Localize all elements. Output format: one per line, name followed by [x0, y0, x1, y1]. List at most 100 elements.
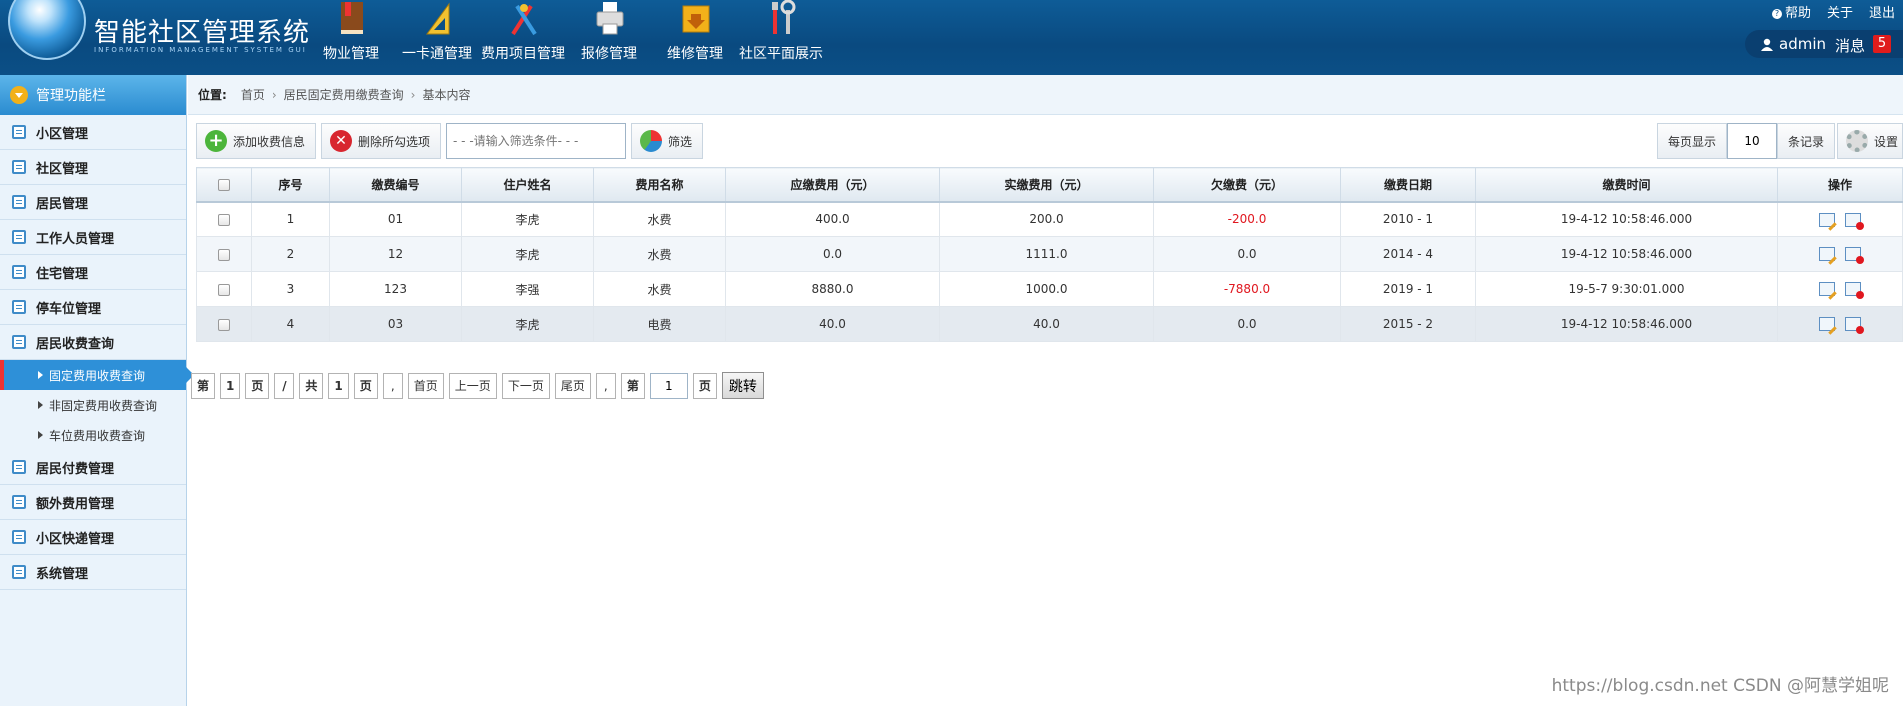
about-link[interactable]: 关于 [1827, 2, 1853, 21]
page-slash: / [274, 372, 295, 399]
calendar-icon [12, 495, 26, 509]
top-right-links: ? 帮助 关于 退出 [1771, 2, 1895, 21]
calendar-icon [12, 530, 26, 544]
sidebar-header[interactable]: 管理功能栏 [0, 75, 186, 115]
add-fee-button[interactable]: + 添加收费信息 [196, 123, 317, 159]
edit-icon[interactable] [1819, 317, 1835, 332]
delete-selected-button[interactable]: ✕ 删除所勾选项 [321, 123, 442, 159]
logout-link[interactable]: 退出 [1869, 2, 1895, 21]
cell-payment-no: 123 [329, 271, 462, 307]
caret-right-icon [38, 371, 43, 379]
sidebar-item-housing[interactable]: 住宅管理 [0, 255, 186, 290]
cell-paid-amount: 200.0 [939, 201, 1154, 237]
last-page-button[interactable]: 尾页 [554, 372, 591, 399]
top-nav: 物业管理 一卡通管理 费用项目管理 报修管理 维修管理 社区平面展示 [308, 0, 824, 75]
caret-right-icon [38, 431, 43, 439]
calendar-icon [12, 265, 26, 279]
toolbar: +添加收费信息 ✕删除所勾选项 筛选 [196, 123, 704, 159]
messages-link[interactable]: 消息 [1835, 35, 1865, 56]
settings-button[interactable]: 设置 [1836, 123, 1903, 159]
sidebar-item-fee-query[interactable]: 居民收费查询 [0, 325, 186, 360]
cell-index: 3 [251, 271, 330, 307]
tools-icon [511, 4, 537, 36]
edit-icon[interactable] [1819, 212, 1835, 227]
sidebar-subitem-variable-fee[interactable]: 非固定费用收费查询 [0, 390, 186, 420]
caret-right-icon [38, 401, 43, 409]
cell-paid-amount: 40.0 [939, 306, 1154, 342]
table-row: 1 01 李虎 水费 400.0 200.0 -200.0 2010 - 1 1… [196, 201, 1903, 237]
cell-fee-name: 水费 [593, 236, 726, 272]
cell-actions [1777, 201, 1903, 237]
row-checkbox[interactable] [218, 248, 230, 261]
username[interactable]: admin [1779, 35, 1826, 53]
list-icon [12, 125, 26, 139]
delete-icon[interactable] [1845, 317, 1864, 335]
wrench-icon [772, 0, 796, 34]
page-suffix: 页 [245, 372, 270, 399]
filter-input[interactable] [446, 123, 627, 159]
goto-page-input[interactable] [649, 372, 688, 399]
breadcrumb-home[interactable]: 首页 [241, 86, 265, 103]
col-actions: 操作 [1777, 167, 1903, 203]
table-header-row: 序号 缴费编号 住户姓名 费用名称 应缴费用（元） 实缴费用（元） 欠缴费（元）… [196, 167, 1903, 203]
nav-card[interactable]: 一卡通管理 [394, 0, 480, 75]
per-page-controls: 每页显示 条记录 设置 [1656, 123, 1903, 159]
row-checkbox[interactable] [218, 213, 230, 226]
jump-button[interactable]: 跳转 [721, 372, 764, 399]
sidebar-item-staff[interactable]: 工作人员管理 [0, 220, 186, 255]
sidebar-item-delivery[interactable]: 小区快递管理 [0, 520, 186, 555]
cell-payment-no: 01 [329, 201, 462, 237]
app-title: 智能社区管理系统 [94, 18, 311, 48]
prev-page-button[interactable]: 上一页 [448, 372, 497, 399]
delete-icon[interactable] [1845, 247, 1864, 265]
cell-payment-date: 2019 - 1 [1340, 271, 1476, 307]
main-content: 位置: 首页 › 居民固定费用缴费查询 › 基本内容 + 添加收费信息 ✕ 删除所勾… [188, 75, 1903, 706]
filter-button[interactable]: 筛选 [631, 123, 704, 159]
cell-index: 2 [251, 236, 330, 272]
edit-icon[interactable] [1819, 282, 1835, 297]
cell-due-amount: 0.0 [725, 236, 940, 272]
breadcrumb-current: 基本内容 [422, 88, 471, 102]
cell-payment-time: 19-4-12 10:58:46.000 [1475, 201, 1778, 237]
sidebar-item-payments[interactable]: 居民付费管理 [0, 450, 186, 485]
next-page-button[interactable]: 下一页 [501, 372, 550, 399]
nav-property[interactable]: 物业管理 [308, 0, 394, 75]
sidebar-item-residents[interactable]: 居民管理 [0, 185, 186, 220]
sidebar-item-community[interactable]: 社区管理 [0, 150, 186, 185]
sidebar-subitem-parking-fee[interactable]: 车位费用收费查询 [0, 420, 186, 450]
cell-payment-date: 2014 - 4 [1340, 236, 1476, 272]
app-subtitle: INFORMATION MANAGEMENT SYSTEM GUI [94, 46, 307, 54]
sidebar-subitem-fixed-fee[interactable]: 固定费用收费查询 [0, 360, 194, 390]
nav-maintenance[interactable]: 维修管理 [652, 0, 738, 75]
breadcrumb-fixed-fee[interactable]: 居民固定费用缴费查询 [284, 86, 404, 103]
nav-repair-report[interactable]: 报修管理 [566, 0, 652, 75]
chevron-right-icon: › [410, 87, 416, 102]
nav-community-map[interactable]: 社区平面展示 [738, 0, 824, 75]
edit-icon[interactable] [1819, 247, 1835, 262]
sidebar-item-parking[interactable]: 停车位管理 [0, 290, 186, 325]
row-checkbox[interactable] [218, 318, 230, 331]
cell-arrears: 0.0 [1153, 306, 1341, 342]
cell-payment-date: 2010 - 1 [1340, 201, 1476, 237]
select-all-checkbox[interactable] [218, 178, 230, 191]
cell-resident-name: 李虎 [461, 306, 594, 342]
cell-fee-name: 水费 [593, 271, 726, 307]
per-page-input[interactable] [1726, 123, 1777, 159]
records-label: 条记录 [1776, 123, 1835, 159]
watermark: https://blog.csdn.net CSDN @阿慧学姐呢 [1551, 676, 1889, 696]
help-link[interactable]: ? 帮助 [1771, 2, 1811, 21]
sidebar-item-system[interactable]: 系统管理 [0, 555, 186, 590]
top-bar: 智能社区管理系统 INFORMATION MANAGEMENT SYSTEM G… [0, 0, 1903, 75]
delete-icon[interactable] [1845, 282, 1864, 300]
sidebar-item-estate[interactable]: 小区管理 [0, 115, 186, 150]
row-select-cell [196, 306, 252, 342]
first-page-button[interactable]: 首页 [407, 372, 444, 399]
delete-icon[interactable] [1845, 212, 1864, 230]
nav-fee-items[interactable]: 费用项目管理 [480, 0, 566, 75]
total-suffix: 页 [353, 372, 378, 399]
row-select-cell [196, 201, 252, 237]
row-checkbox[interactable] [218, 283, 230, 296]
cell-paid-amount: 1111.0 [939, 236, 1154, 272]
sidebar-item-extra-fees[interactable]: 额外费用管理 [0, 485, 186, 520]
pager-comma: , [382, 372, 403, 399]
